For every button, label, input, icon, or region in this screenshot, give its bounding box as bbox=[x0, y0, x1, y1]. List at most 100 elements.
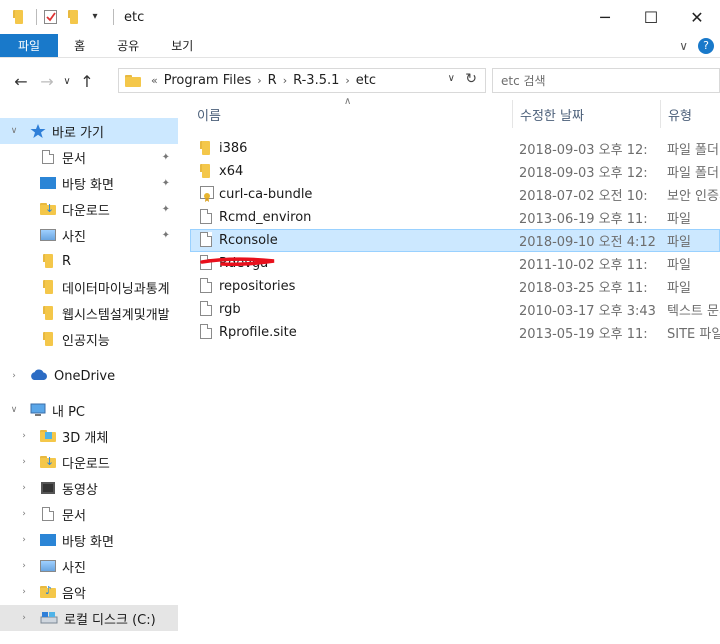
column-header-date[interactable]: 수정한 날짜 bbox=[520, 98, 584, 130]
chevron-down-icon[interactable]: ∨ bbox=[8, 126, 20, 136]
folder-icon bbox=[200, 141, 210, 155]
tab-file[interactable]: 파일 bbox=[0, 34, 59, 57]
nav-onedrive[interactable]: › OneDrive bbox=[0, 363, 178, 389]
folder-icon bbox=[125, 74, 141, 87]
chevron-right-icon[interactable]: › bbox=[18, 431, 30, 441]
nav-item-websystem[interactable]: 웹시스템설계및개발 bbox=[0, 300, 178, 326]
nav-item-pc-documents[interactable]: › 문서 bbox=[0, 501, 178, 527]
nav-label: 다운로드 bbox=[62, 456, 110, 472]
nav-label: 동영상 bbox=[62, 482, 98, 498]
pin-icon[interactable]: ✦ bbox=[162, 204, 170, 215]
nav-quick-access[interactable]: ∨ 바로 가기 bbox=[0, 118, 178, 144]
file-type: 보안 인증서 bbox=[667, 189, 720, 204]
nav-item-downloads[interactable]: ↓ 다운로드 ✦ bbox=[0, 196, 178, 222]
computer-icon bbox=[30, 403, 46, 417]
column-header-name[interactable]: 이름 bbox=[197, 98, 221, 130]
chevron-right-icon[interactable]: › bbox=[18, 587, 30, 597]
nav-item-datamining[interactable]: 데이터마이닝과통계 bbox=[0, 274, 178, 300]
chevron-right-icon[interactable]: › bbox=[8, 371, 20, 381]
chevron-down-icon[interactable]: ∨ bbox=[8, 405, 20, 415]
window-title: etc bbox=[124, 9, 145, 25]
file-row-rconsole[interactable]: Rconsole 2018-09-10 오전 4:12 파일 bbox=[190, 229, 720, 252]
back-button[interactable]: ← bbox=[8, 72, 34, 91]
documents-icon bbox=[40, 507, 56, 521]
nav-item-3d-objects[interactable]: › 3D 개체 bbox=[0, 423, 178, 449]
new-folder-icon[interactable] bbox=[65, 9, 81, 25]
forward-button[interactable]: → bbox=[34, 72, 60, 91]
pin-icon[interactable]: ✦ bbox=[162, 152, 170, 163]
tab-home[interactable]: 홈 bbox=[58, 34, 101, 57]
file-row-rcmd-environ[interactable]: Rcmd_environ 2013-06-19 오후 11: 파일 bbox=[190, 206, 720, 229]
nav-item-desktop[interactable]: 바탕 화면 ✦ bbox=[0, 170, 178, 196]
help-icon[interactable]: ? bbox=[698, 38, 714, 54]
nav-item-pc-desktop[interactable]: › 바탕 화면 bbox=[0, 527, 178, 553]
breadcrumb-r[interactable]: R bbox=[268, 73, 277, 88]
sort-ascending-icon: ∧ bbox=[344, 96, 352, 107]
breadcrumb-program-files[interactable]: Program Files bbox=[164, 73, 252, 88]
pin-icon[interactable]: ✦ bbox=[162, 230, 170, 241]
music-icon: ♪ bbox=[40, 585, 56, 599]
nav-item-documents[interactable]: 문서 ✦ bbox=[0, 144, 178, 170]
overflow-chevron-icon[interactable]: « bbox=[151, 74, 158, 87]
chevron-right-icon[interactable]: › bbox=[18, 509, 30, 519]
nav-label: 다운로드 bbox=[62, 203, 110, 219]
close-button[interactable]: ✕ bbox=[674, 0, 720, 34]
file-row-rprofile-site[interactable]: Rprofile.site 2013-05-19 오후 11: SITE 파일 bbox=[190, 321, 720, 344]
nav-item-music[interactable]: › ♪ 음악 bbox=[0, 579, 178, 605]
customize-toolbar-icon[interactable]: ▾ bbox=[87, 9, 103, 25]
folder-icon bbox=[10, 9, 26, 25]
3d-objects-icon bbox=[40, 429, 56, 443]
title-bar: ▾ etc ─ ☐ ✕ bbox=[0, 0, 720, 34]
breadcrumb-etc[interactable]: etc bbox=[356, 73, 376, 88]
file-date: 2013-06-19 오후 11: bbox=[519, 212, 648, 227]
breadcrumb-separator-icon[interactable]: › bbox=[283, 74, 287, 87]
column-header-type[interactable]: 유형 bbox=[668, 98, 692, 130]
folder-icon bbox=[40, 306, 56, 320]
chevron-right-icon[interactable]: › bbox=[18, 457, 30, 467]
nav-label: 웹시스템설계및개발 bbox=[62, 307, 170, 323]
chevron-right-icon[interactable]: › bbox=[18, 483, 30, 493]
toolbar-divider bbox=[36, 9, 37, 25]
nav-item-r[interactable]: R bbox=[0, 248, 178, 274]
column-divider[interactable] bbox=[512, 100, 513, 128]
nav-this-pc[interactable]: ∨ 내 PC bbox=[0, 397, 178, 423]
file-type: 파일 bbox=[667, 212, 691, 227]
nav-item-local-disk[interactable]: › 로컬 디스크 (C:) bbox=[0, 605, 178, 631]
up-button[interactable]: ↑ bbox=[74, 72, 100, 91]
file-name: rgb bbox=[219, 302, 241, 317]
nav-item-pc-downloads[interactable]: › ↓ 다운로드 bbox=[0, 449, 178, 475]
chevron-right-icon[interactable]: › bbox=[18, 535, 30, 545]
desktop-icon bbox=[40, 176, 56, 190]
chevron-right-icon[interactable]: › bbox=[18, 561, 30, 571]
file-type: 텍스트 문서 bbox=[667, 304, 720, 319]
refresh-icon[interactable]: ↻ bbox=[465, 71, 477, 87]
file-row-x64[interactable]: x64 2018-09-03 오후 12: 파일 폴더 bbox=[190, 160, 720, 183]
address-dropdown-icon[interactable]: ∨ bbox=[448, 73, 455, 84]
column-divider[interactable] bbox=[660, 100, 661, 128]
title-divider bbox=[113, 9, 114, 25]
search-input[interactable]: etc 검색 bbox=[492, 68, 720, 93]
maximize-button[interactable]: ☐ bbox=[628, 0, 674, 34]
properties-icon[interactable] bbox=[43, 9, 59, 25]
file-row-curl-ca-bundle[interactable]: curl-ca-bundle 2018-07-02 오전 10: 보안 인증서 bbox=[190, 183, 720, 206]
expand-ribbon-icon[interactable]: ∨ bbox=[679, 39, 688, 53]
nav-item-pictures[interactable]: 사진 ✦ bbox=[0, 222, 178, 248]
nav-item-ai[interactable]: 인공지능 bbox=[0, 326, 178, 352]
file-row-i386[interactable]: i386 2018-09-03 오후 12: 파일 폴더 bbox=[190, 137, 720, 160]
file-row-repositories[interactable]: repositories 2018-03-25 오후 11: 파일 bbox=[190, 275, 720, 298]
tab-view[interactable]: 보기 bbox=[155, 34, 209, 57]
breadcrumb-separator-icon[interactable]: › bbox=[345, 74, 349, 87]
nav-item-pc-pictures[interactable]: › 사진 bbox=[0, 553, 178, 579]
breadcrumb-separator-icon[interactable]: › bbox=[257, 74, 261, 87]
nav-item-videos[interactable]: › 동영상 bbox=[0, 475, 178, 501]
address-bar[interactable]: « Program Files › R › R-3.5.1 › etc ∨ ↻ bbox=[118, 68, 486, 93]
pin-icon[interactable]: ✦ bbox=[162, 178, 170, 189]
minimize-button[interactable]: ─ bbox=[582, 0, 628, 34]
file-name: x64 bbox=[219, 164, 244, 179]
file-row-rgb[interactable]: rgb 2010-03-17 오후 3:43 텍스트 문서 bbox=[190, 298, 720, 321]
recent-locations-button[interactable]: ∨ bbox=[60, 76, 74, 87]
file-type: 파일 bbox=[667, 235, 691, 250]
breadcrumb-r-version[interactable]: R-3.5.1 bbox=[293, 73, 339, 88]
tab-share[interactable]: 공유 bbox=[101, 34, 155, 57]
chevron-right-icon[interactable]: › bbox=[18, 613, 30, 623]
